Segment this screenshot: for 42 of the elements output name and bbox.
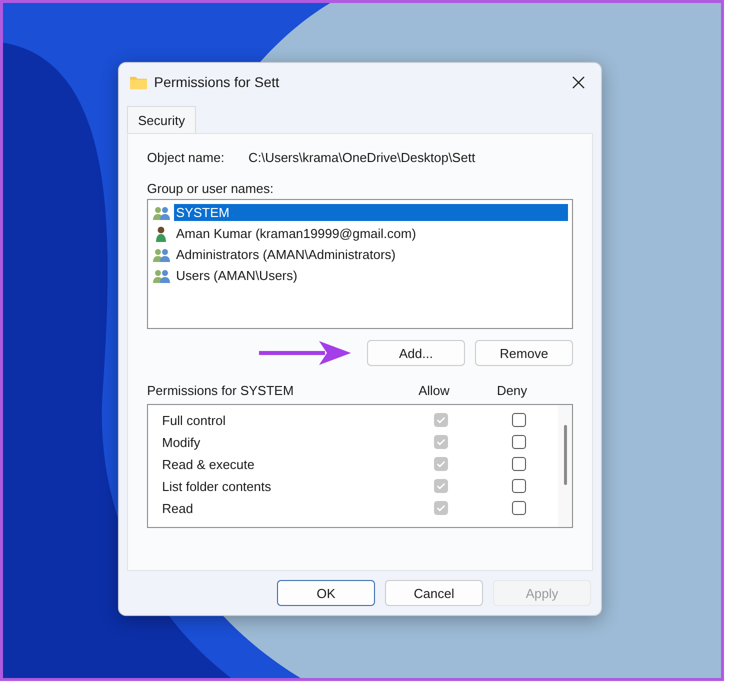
group-list-label: Group or user names: (147, 181, 274, 196)
object-name-label: Object name: (147, 150, 224, 165)
permission-name: Read & execute (162, 456, 256, 472)
scrollbar-thumb[interactable] (564, 425, 566, 485)
folder-icon (129, 74, 148, 90)
allow-checkbox[interactable] (434, 413, 448, 427)
permission-name: Full control (162, 412, 227, 428)
list-item[interactable]: SYSTEM (174, 204, 568, 221)
deny-checkbox[interactable] (512, 501, 526, 515)
permission-name: Read (162, 500, 194, 516)
checkmark-icon (435, 480, 447, 492)
object-path: C:\Users\krama\OneDrive\Desktop\Sett (248, 150, 476, 165)
dialog-button[interactable]: Cancel (385, 580, 483, 606)
checkmark-icon (435, 502, 447, 514)
list-button[interactable]: Remove (475, 340, 573, 366)
deny-checkbox[interactable] (512, 413, 526, 427)
allow-checkbox[interactable] (434, 479, 448, 493)
list-item[interactable]: Administrators (AMAN\Administrators) (174, 246, 398, 263)
tab[interactable]: Security (127, 106, 196, 133)
permissions-label: Permissions for SYSTEM (147, 383, 295, 398)
deny-checkbox[interactable] (512, 435, 526, 449)
list-button[interactable]: Add... (367, 340, 465, 366)
permission-name: Modify (162, 434, 202, 450)
window-title: Permissions for Sett (154, 74, 280, 90)
deny-header: Deny (496, 383, 528, 398)
allow-checkbox[interactable] (434, 457, 448, 471)
allow-checkbox[interactable] (434, 501, 448, 515)
allow-checkbox[interactable] (434, 435, 448, 449)
checkmark-icon (435, 436, 447, 448)
users-icon (152, 204, 172, 220)
list-item[interactable]: Users (AMAN\Users) (174, 267, 300, 284)
checkmark-icon (435, 414, 447, 426)
list-item[interactable]: Aman Kumar (kraman19999@gmail.com) (174, 225, 418, 242)
dialog-button[interactable]: OK (277, 580, 375, 606)
allow-header: Allow (417, 383, 451, 398)
deny-checkbox[interactable] (512, 479, 526, 493)
checkmark-icon (435, 458, 447, 470)
users-icon (152, 268, 172, 284)
close-icon[interactable] (572, 76, 585, 88)
users-icon (152, 246, 172, 262)
permission-name: List folder contents (162, 478, 272, 494)
deny-checkbox[interactable] (512, 457, 526, 471)
